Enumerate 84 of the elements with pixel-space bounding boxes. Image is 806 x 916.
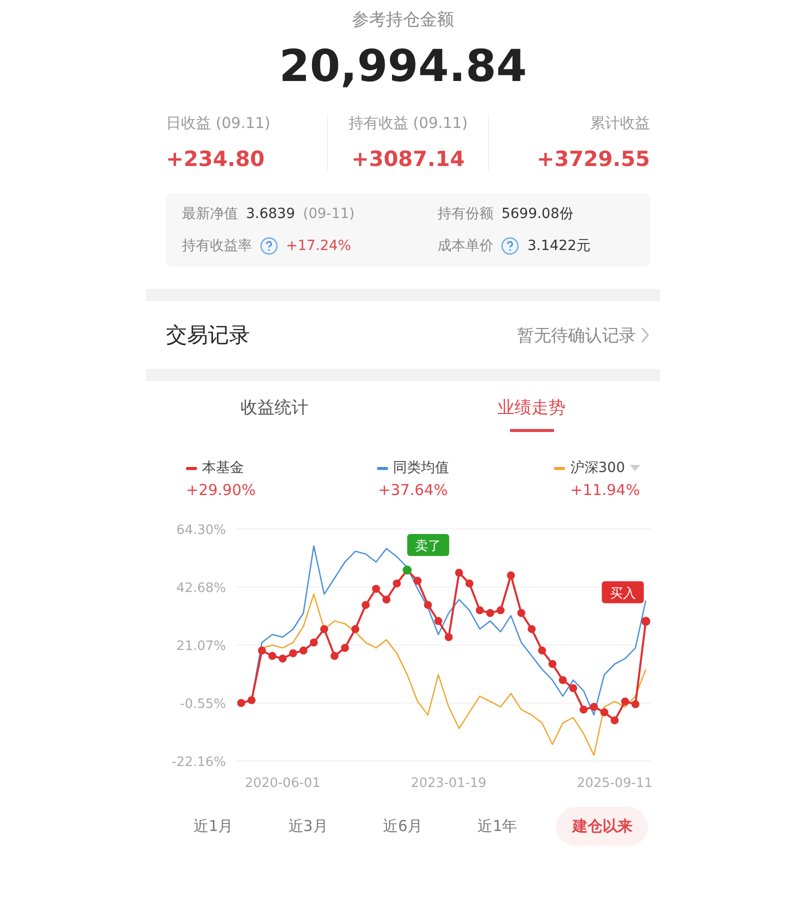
y-tick-label: -0.55% bbox=[180, 697, 226, 712]
range-button[interactable]: 近1年 bbox=[462, 807, 534, 846]
detail-value: 3.1422元 bbox=[527, 237, 590, 255]
help-icon[interactable] bbox=[501, 237, 520, 255]
data-point bbox=[278, 654, 287, 663]
data-point bbox=[558, 676, 567, 684]
data-point bbox=[362, 600, 370, 609]
y-tick-label: 42.68% bbox=[176, 581, 226, 596]
holding-amount: 20,994.84 bbox=[278, 41, 528, 92]
data-point bbox=[424, 600, 432, 609]
data-point bbox=[434, 617, 442, 626]
data-point bbox=[476, 606, 484, 614]
y-tick-label: -22.16% bbox=[172, 755, 226, 770]
data-point bbox=[268, 652, 276, 660]
chart-tab[interactable]: 收益统计 bbox=[146, 381, 403, 439]
legend-change: +11.94% bbox=[570, 481, 640, 499]
data-point bbox=[538, 646, 546, 655]
data-point bbox=[382, 596, 390, 604]
data-point bbox=[444, 633, 453, 642]
legend-change: +37.64% bbox=[378, 481, 448, 499]
data-point bbox=[237, 699, 246, 708]
detail-label: 最新净值 bbox=[182, 205, 238, 223]
detail-value: +17.24% bbox=[286, 238, 352, 254]
data-point bbox=[506, 571, 515, 580]
data-point bbox=[299, 646, 308, 655]
chevron-icon bbox=[640, 326, 650, 344]
x-tick-label: 2025-09-11 bbox=[576, 776, 652, 791]
data-point bbox=[610, 716, 619, 724]
legend-label: 沪深300 bbox=[570, 459, 625, 477]
data-point bbox=[414, 576, 422, 585]
annotation: 卖了 bbox=[415, 539, 442, 554]
data-point bbox=[496, 606, 505, 614]
data-point bbox=[351, 625, 360, 634]
record-link[interactable]: 暂无待确认记录 bbox=[517, 324, 650, 346]
legend-label: 同类均值 bbox=[392, 459, 449, 477]
data-point bbox=[320, 625, 328, 634]
data-point bbox=[310, 638, 318, 646]
caret-icon[interactable] bbox=[630, 465, 640, 471]
section-title: 交易记录 bbox=[166, 322, 250, 349]
y-tick-label: 64.30% bbox=[176, 523, 226, 538]
help-icon[interactable] bbox=[260, 237, 278, 255]
data-point bbox=[340, 644, 349, 652]
data-point bbox=[330, 652, 339, 660]
data-point bbox=[569, 684, 578, 692]
x-tick-label: 2020-06-01 bbox=[244, 776, 320, 791]
range-button[interactable]: 近1月 bbox=[178, 807, 250, 846]
detail-date: (09-11) bbox=[303, 206, 355, 222]
holding-title: 参考持仓金额 bbox=[351, 9, 455, 31]
data-point bbox=[517, 609, 526, 617]
data-point bbox=[392, 579, 401, 588]
stat-label: 累计收益 bbox=[590, 114, 650, 133]
legend-label: 本基金 bbox=[202, 459, 244, 477]
data-point bbox=[289, 649, 298, 658]
data-point bbox=[631, 700, 640, 708]
data-point bbox=[600, 708, 608, 716]
data-point bbox=[258, 646, 266, 655]
stat-value: +3729.55 bbox=[536, 147, 650, 171]
data-point bbox=[580, 706, 588, 714]
stat-value: +3087.14 bbox=[351, 147, 465, 171]
data-point bbox=[248, 696, 256, 704]
stat-value: +234.80 bbox=[166, 147, 266, 171]
chart-tab[interactable]: 业绩走势 bbox=[403, 381, 660, 439]
data-point bbox=[621, 698, 630, 706]
detail-label: 成本单价 bbox=[437, 237, 494, 255]
x-tick-label: 2023-01-19 bbox=[410, 776, 486, 791]
range-button[interactable]: 近3月 bbox=[272, 807, 344, 846]
detail-label: 持有份额 bbox=[437, 205, 494, 223]
range-button[interactable]: 建仓以来 bbox=[556, 807, 648, 846]
y-tick-label: 21.07% bbox=[176, 639, 226, 654]
detail-label: 持有收益率 bbox=[182, 237, 252, 255]
data-point bbox=[455, 568, 464, 577]
range-button[interactable]: 近6月 bbox=[366, 807, 439, 846]
data-point bbox=[590, 702, 598, 711]
detail-value: 5699.08份 bbox=[501, 205, 574, 223]
legend-change: +29.90% bbox=[186, 481, 257, 499]
stat-label: 持有收益 (09.11) bbox=[348, 114, 468, 133]
detail-value: 3.6839 bbox=[246, 206, 295, 222]
data-point bbox=[548, 660, 556, 668]
stat-label: 日收益 (09.11) bbox=[166, 114, 272, 133]
annotation: 买入 bbox=[610, 586, 636, 602]
data-point bbox=[372, 584, 380, 593]
data-point bbox=[486, 609, 494, 617]
data-point bbox=[528, 625, 536, 634]
data-point bbox=[465, 579, 474, 588]
